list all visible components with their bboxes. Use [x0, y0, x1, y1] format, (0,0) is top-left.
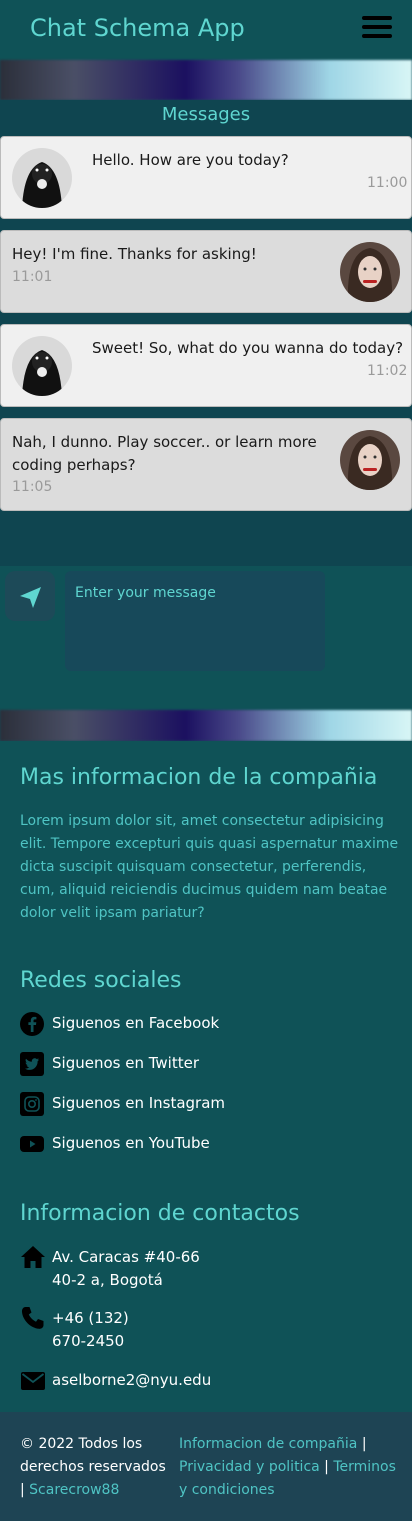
footer-link-privacy[interactable]: Privacidad y politica: [179, 1459, 320, 1475]
avatar: [12, 336, 72, 396]
youtube-icon: [20, 1136, 44, 1152]
phone-icon: [21, 1307, 44, 1329]
message-text: Sweet! So, what do you wanna do today?: [92, 339, 404, 357]
decorative-banner: [0, 60, 412, 100]
home-icon: [21, 1246, 45, 1268]
social-label: Siguenos en Twitter: [52, 1054, 199, 1072]
app-header: Chat Schema App: [0, 0, 412, 60]
email-text: aselborne2@nyu.edu: [52, 1371, 212, 1389]
hamburger-menu-icon[interactable]: [362, 16, 392, 42]
message-time: 11:05: [12, 479, 53, 495]
chat-title: Messages: [161, 104, 251, 125]
envelope-icon: [21, 1372, 45, 1390]
instagram-icon: [20, 1092, 44, 1116]
app-title: Chat Schema App: [30, 14, 245, 42]
chat-message: Hey! I'm fine. Thanks for asking! 11:01: [0, 230, 412, 313]
social-label: Siguenos en Facebook: [52, 1014, 220, 1032]
address-line-1: Av. Caracas #40-66: [52, 1248, 200, 1266]
chat-panel: Messages Hello. How are you today? 11:00…: [0, 100, 412, 566]
phone-line-2: 670-2450: [52, 1332, 125, 1350]
social-label: Siguenos en YouTube: [52, 1134, 210, 1152]
paper-plane-icon: [20, 587, 41, 608]
avatar: [340, 242, 400, 302]
message-text: Hey! I'm fine. Thanks for asking!: [12, 245, 257, 263]
contacts-title: Informacion de contactos: [20, 1201, 300, 1226]
footer-links: Informacion de compañia | Privacidad y p…: [179, 1433, 404, 1502]
message-time: 11:01: [12, 269, 53, 285]
chat-message: Sweet! So, what do you wanna do today? 1…: [0, 324, 412, 407]
footer-link-company[interactable]: Informacion de compañia: [179, 1436, 357, 1452]
message-time: 11:00: [367, 175, 408, 191]
company-title: Mas informacion de la compañia: [20, 765, 378, 790]
footer-separator: |: [324, 1459, 329, 1475]
message-input[interactable]: [65, 571, 325, 671]
footer-copyright: © 2022 Todos los derechos reservados | S…: [20, 1433, 172, 1502]
message-text: Nah, I dunno. Play soccer.. or learn mor…: [12, 433, 317, 474]
avatar: [12, 148, 72, 208]
page-footer: © 2022 Todos los derechos reservados | S…: [0, 1412, 412, 1521]
author-link[interactable]: Scarecrow88: [29, 1482, 119, 1498]
footer-separator: |: [361, 1436, 367, 1452]
social-label: Siguenos en Instagram: [52, 1094, 226, 1112]
chat-message: Hello. How are you today? 11:00: [0, 136, 412, 219]
message-time: 11:02: [367, 363, 408, 379]
avatar: [340, 430, 400, 490]
twitter-icon: [20, 1052, 44, 1076]
address-line-2: 40-2 a, Bogotá: [52, 1271, 163, 1289]
send-button[interactable]: [5, 571, 55, 621]
message-text: Hello. How are you today?: [92, 151, 289, 169]
phone-line-1: +46 (132): [52, 1309, 129, 1327]
chat-message: Nah, I dunno. Play soccer.. or learn mor…: [0, 418, 412, 511]
info-section: Mas informacion de la compañia Lorem ips…: [0, 741, 412, 1412]
company-description: Lorem ipsum dolor sit, amet consectetur …: [20, 813, 399, 921]
message-composer: [0, 566, 412, 710]
social-title: Redes sociales: [20, 968, 182, 993]
facebook-icon: [20, 1012, 44, 1036]
decorative-banner: [0, 710, 412, 741]
